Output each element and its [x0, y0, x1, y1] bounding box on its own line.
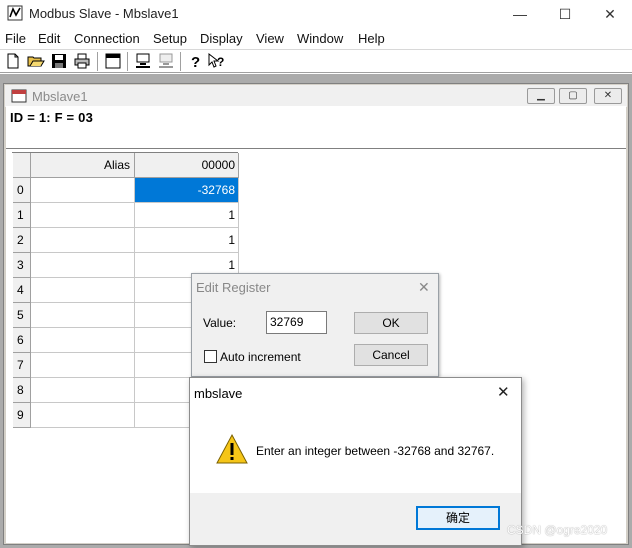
window-title: Modbus Slave - Mbslave1 — [29, 6, 179, 21]
svg-text:?: ? — [191, 54, 200, 70]
slave-id-function: ID = 1: F = 03 — [10, 110, 94, 125]
row-index[interactable]: 7 — [13, 353, 31, 378]
error-message-box: mbslave ✕ Enter an integer between -3276… — [189, 377, 522, 546]
menu-connection[interactable]: Connection — [74, 31, 140, 46]
toolbar-separator — [127, 52, 129, 71]
value-input[interactable]: 32769 — [266, 311, 327, 334]
value-label: Value: — [203, 316, 237, 330]
child-minimize-button[interactable]: ▁ — [527, 88, 555, 104]
alias-cell[interactable] — [31, 203, 135, 228]
alias-cell[interactable] — [31, 328, 135, 353]
toolbar: ? ? — [0, 49, 632, 73]
grid-corner — [13, 153, 31, 178]
value-cell[interactable]: -32768 — [135, 178, 239, 203]
save-icon[interactable] — [50, 52, 68, 70]
document-icon — [11, 89, 27, 103]
menu-display[interactable]: Display — [200, 31, 243, 46]
alias-cell[interactable] — [31, 178, 135, 203]
alias-cell[interactable] — [31, 253, 135, 278]
minimize-button[interactable]: — — [497, 0, 543, 28]
column-header-alias[interactable]: Alias — [31, 153, 135, 178]
confirm-button[interactable]: 确定 — [416, 506, 500, 530]
grid-header-row: Alias 00000 — [13, 153, 239, 178]
alias-cell[interactable] — [31, 353, 135, 378]
edit-dialog-title: Edit Register — [196, 280, 271, 295]
message-box-close-icon[interactable]: ✕ — [497, 383, 510, 401]
watermark: CSDN @ogre2020 — [507, 523, 608, 537]
alias-cell[interactable] — [31, 378, 135, 403]
auto-increment-checkbox[interactable] — [204, 350, 217, 363]
menu-window[interactable]: Window — [297, 31, 343, 46]
row-index[interactable]: 2 — [13, 228, 31, 253]
alias-cell[interactable] — [31, 228, 135, 253]
register-grid: Alias 00000 0 -32768 1 1 2 1 3 1 4 5 6 7 — [12, 152, 239, 428]
svg-text:?: ? — [217, 55, 224, 69]
row-index[interactable]: 6 — [13, 328, 31, 353]
row-index[interactable]: 8 — [13, 378, 31, 403]
alias-cell[interactable] — [31, 278, 135, 303]
row-index[interactable]: 9 — [13, 403, 31, 428]
title-bar: Modbus Slave - Mbslave1 — ☐ ✕ — [0, 0, 632, 28]
menu-file[interactable]: File — [5, 31, 26, 46]
alias-cell[interactable] — [31, 403, 135, 428]
toolbar-separator — [97, 52, 99, 71]
cancel-button[interactable]: Cancel — [354, 344, 428, 366]
menu-help[interactable]: Help — [358, 31, 385, 46]
menu-view[interactable]: View — [256, 31, 284, 46]
edit-dialog-close-icon[interactable]: ✕ — [418, 279, 430, 296]
row-index[interactable]: 0 — [13, 178, 31, 203]
row-index[interactable]: 5 — [13, 303, 31, 328]
message-box-title: mbslave — [194, 386, 243, 401]
header-divider — [6, 148, 626, 149]
warning-icon — [216, 433, 248, 464]
toolbar-separator — [180, 52, 182, 71]
menu-edit[interactable]: Edit — [38, 31, 60, 46]
connect-icon[interactable] — [134, 52, 152, 70]
menu-bar: File Edit Connection Setup Display View … — [0, 28, 632, 49]
child-close-button[interactable]: ✕ — [594, 88, 622, 104]
table-row: 0 -32768 — [13, 178, 239, 203]
edit-register-dialog: Edit Register ✕ Value: 32769 OK Cancel A… — [191, 273, 439, 377]
new-file-icon[interactable] — [4, 52, 22, 70]
child-title-bar: Mbslave1 ▁ ▢ ✕ — [5, 85, 627, 107]
modbus-app-icon — [7, 5, 23, 21]
row-index[interactable]: 3 — [13, 253, 31, 278]
print-icon[interactable] — [73, 52, 91, 70]
row-index[interactable]: 4 — [13, 278, 31, 303]
message-text: Enter an integer between -32768 and 3276… — [256, 444, 495, 458]
table-row: 1 1 — [13, 203, 239, 228]
ok-button[interactable]: OK — [354, 312, 428, 334]
alias-cell[interactable] — [31, 303, 135, 328]
child-window-title: Mbslave1 — [32, 89, 88, 104]
window-icon[interactable] — [104, 52, 122, 70]
menu-setup[interactable]: Setup — [153, 31, 187, 46]
open-folder-icon[interactable] — [27, 52, 45, 70]
auto-increment-label[interactable]: Auto increment — [220, 350, 301, 364]
child-maximize-button[interactable]: ▢ — [559, 88, 587, 104]
context-help-icon[interactable]: ? — [207, 52, 225, 70]
row-index[interactable]: 1 — [13, 203, 31, 228]
maximize-button[interactable]: ☐ — [542, 0, 588, 28]
message-box-footer: 确定 — [190, 493, 521, 545]
help-icon[interactable]: ? — [186, 52, 204, 70]
disconnect-icon[interactable] — [157, 52, 175, 70]
close-button[interactable]: ✕ — [587, 0, 632, 28]
column-header-address[interactable]: 00000 — [135, 153, 239, 178]
value-cell[interactable]: 1 — [135, 228, 239, 253]
table-row: 2 1 — [13, 228, 239, 253]
value-cell[interactable]: 1 — [135, 203, 239, 228]
